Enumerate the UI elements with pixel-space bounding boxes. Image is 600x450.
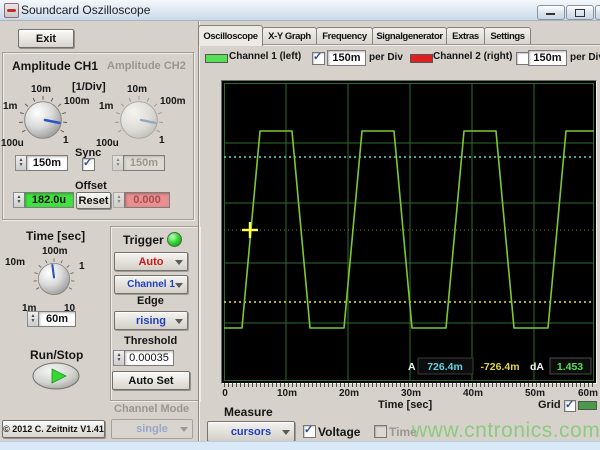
time-title: Time [sec]: [26, 229, 85, 243]
runstop-button[interactable]: [32, 362, 80, 390]
amplitude-ch2-title: Amplitude CH2: [107, 60, 186, 72]
window-title: Soundcard Oszilloscope: [21, 3, 150, 17]
ch2-color-swatch: [410, 54, 433, 63]
panel-divider: [198, 21, 199, 441]
offset-label: Offset: [75, 180, 107, 192]
tab-signalgenerator[interactable]: Signalgenerator: [372, 27, 447, 45]
cursor2-readout: -726.4m: [480, 361, 519, 373]
trigger-title: Trigger: [123, 233, 164, 247]
time-checkbox[interactable]: [374, 425, 387, 438]
ch1-perdiv-label: per Div: [369, 52, 403, 63]
threshold-label: Threshold: [124, 335, 177, 347]
measure-mode-dropdown[interactable]: cursors: [207, 421, 295, 442]
tab-xy-graph[interactable]: X-Y Graph: [262, 27, 317, 45]
ch1-enable-checkbox[interactable]: [312, 52, 325, 65]
edge-label: Edge: [137, 295, 164, 307]
tab-oscilloscope[interactable]: Oscilloscope: [198, 25, 263, 46]
x-tick-3: 30m: [396, 388, 426, 399]
trigger-mode-dropdown[interactable]: Auto: [114, 252, 188, 271]
x-tick-0: 0: [210, 388, 240, 399]
time-scale-left: 10m: [5, 257, 25, 268]
ch1-color-swatch: [205, 54, 228, 63]
x-tick-5: 50m: [520, 388, 550, 399]
cursor1-readout: 726.4m: [427, 361, 463, 373]
runstop-label: Run/Stop: [30, 348, 83, 362]
delta-a-readout: 1.453: [557, 361, 583, 373]
time-scale-right: 1: [79, 261, 85, 272]
threshold-field[interactable]: 0.00035: [124, 350, 174, 366]
chevron-down-icon: [175, 283, 183, 288]
grid-label: Grid: [538, 399, 561, 411]
measure-a-label: A: [408, 361, 416, 373]
legend-ch2-label: Channel 2 (right): [433, 51, 512, 62]
measure-title: Measure: [224, 405, 273, 419]
amplitude-ch1-title: Amplitude CH1: [12, 59, 98, 73]
maximize-icon: [575, 9, 585, 17]
chevron-down-icon: [175, 260, 183, 265]
trigger-source-dropdown[interactable]: Channel 1: [114, 275, 188, 294]
delta-a-label: dA: [530, 361, 544, 373]
time-field[interactable]: 60m: [38, 311, 76, 327]
close-button[interactable]: [595, 5, 600, 20]
ch1-perdiv-field[interactable]: 150m: [327, 50, 366, 66]
tab-frequency[interactable]: Frequency: [316, 27, 373, 45]
x-tick-6: 60m: [573, 388, 600, 399]
x-tick-1: 10m: [272, 388, 302, 399]
ch2-offset-field: 0.000: [124, 192, 170, 208]
chevron-down-icon: [175, 319, 183, 324]
channel-mode-label: Channel Mode: [114, 403, 189, 415]
x-tick-4: 40m: [458, 388, 488, 399]
amplitude-unit-label: [1/Div]: [72, 81, 106, 93]
channel-mode-value: single: [136, 423, 168, 435]
legend-ch1-label: Channel 1 (left): [229, 51, 301, 62]
tab-settings[interactable]: Settings: [484, 27, 531, 45]
minimize-button[interactable]: [537, 5, 565, 20]
ch1-offset-field[interactable]: 182.0u: [24, 192, 74, 208]
offset-reset-button[interactable]: Reset: [76, 192, 111, 209]
amplitude-ch2-knob: [112, 93, 166, 147]
grid-checkbox[interactable]: [564, 400, 576, 412]
version-button[interactable]: © 2012 C. Zeitnitz V1.41: [2, 420, 105, 438]
chevron-down-icon: [282, 430, 290, 435]
minimize-icon: [546, 13, 555, 15]
tab-extras[interactable]: Extras: [446, 27, 485, 45]
scope-display[interactable]: A 726.4m -726.4m dA 1.453: [224, 83, 594, 381]
app-icon: [4, 3, 19, 18]
grid-color-swatch: [578, 401, 597, 410]
measure-mode-value: cursors: [231, 426, 271, 438]
voltage-checkbox[interactable]: [303, 425, 316, 438]
maximize-button[interactable]: [566, 5, 594, 20]
trigger-mode-value: Auto: [138, 256, 163, 268]
x-axis-label: Time [sec]: [378, 399, 432, 411]
time-knob[interactable]: [31, 256, 77, 302]
trigger-source-value: Channel 1: [127, 279, 175, 290]
voltage-label: Voltage: [318, 425, 360, 439]
ch2-amplitude-field: 150m: [123, 155, 165, 171]
chevron-down-icon: [180, 427, 188, 432]
autoset-button[interactable]: Auto Set: [112, 371, 190, 390]
trigger-edge-dropdown[interactable]: rising: [114, 311, 188, 330]
watermark: www.cntronics.com: [412, 419, 600, 443]
app-window: Soundcard Oszilloscope Exit Amplitude CH…: [0, 0, 600, 450]
ch2-perdiv-field[interactable]: 150m: [528, 50, 567, 66]
channel-mode-dropdown: single: [111, 419, 193, 439]
ch2-perdiv-label: per Div: [570, 52, 600, 63]
x-tick-2: 20m: [334, 388, 364, 399]
x-axis-ticks: [224, 383, 594, 387]
title-bar[interactable]: Soundcard Oszilloscope: [0, 0, 600, 21]
ch1-amplitude-field[interactable]: 150m: [26, 155, 68, 171]
amplitude-ch1-knob[interactable]: [16, 93, 70, 147]
trigger-edge-value: rising: [136, 315, 166, 327]
exit-button[interactable]: Exit: [18, 29, 74, 48]
sync-checkbox[interactable]: [82, 158, 95, 171]
trigger-led-icon: [167, 232, 182, 247]
